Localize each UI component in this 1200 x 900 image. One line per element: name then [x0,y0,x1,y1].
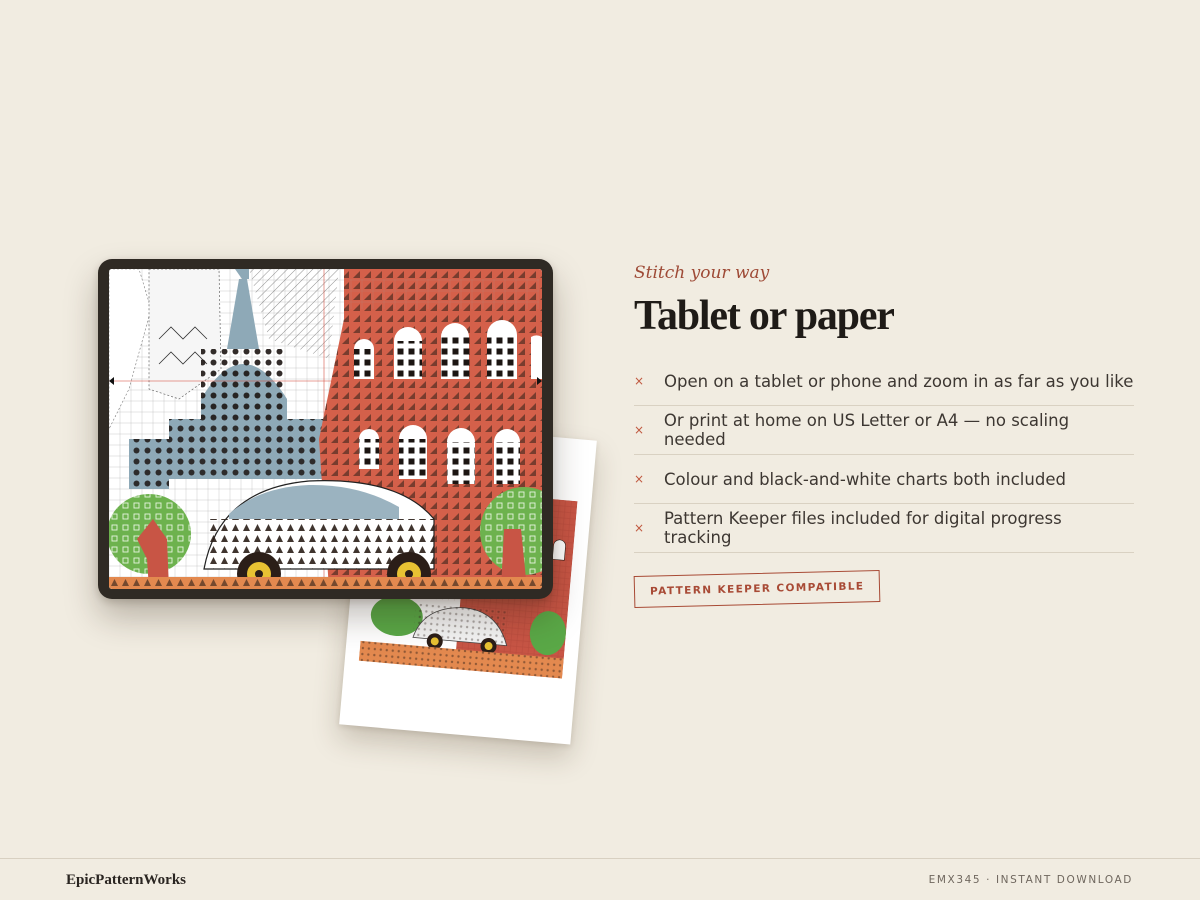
feature-item: × Or print at home on US Letter or A4 — … [634,406,1134,456]
footer-divider [0,858,1200,859]
feature-item: × Open on a tablet or phone and zoom in … [634,357,1134,407]
feature-panel: Stitch your way Tablet or paper × Open o… [633,263,1134,609]
feature-list: × Open on a tablet or phone and zoom in … [634,357,1134,554]
cross-bullet-icon: × [634,472,645,487]
cross-bullet-icon: × [634,521,645,536]
feature-text: Pattern Keeper files included for digita… [663,509,1062,548]
cross-bullet-icon: × [634,374,645,389]
feature-item: × Pattern Keeper files included for digi… [634,504,1134,554]
eyebrow-text: Stitch your way [634,263,770,283]
cross-bullet-icon: × [634,423,645,438]
feature-text: Or print at home on US Letter or A4 — no… [663,411,1070,450]
feature-text: Open on a tablet or phone and zoom in as… [664,371,1134,391]
compatibility-badge: PATTERN KEEPER COMPATIBLE [633,570,881,609]
tablet-screen [109,269,542,589]
sku-label: EMX345 · INSTANT DOWNLOAD [928,874,1133,886]
brand-name: EpicPatternWorks [66,872,186,888]
product-illustration [0,0,620,800]
feature-item: × Colour and black-and-white charts both… [634,455,1134,505]
tablet-icon [98,259,553,599]
tablet-chart-image [109,269,542,589]
feature-text: Colour and black-and-white charts both i… [664,469,1066,489]
page-title: Tablet or paper [634,293,895,339]
